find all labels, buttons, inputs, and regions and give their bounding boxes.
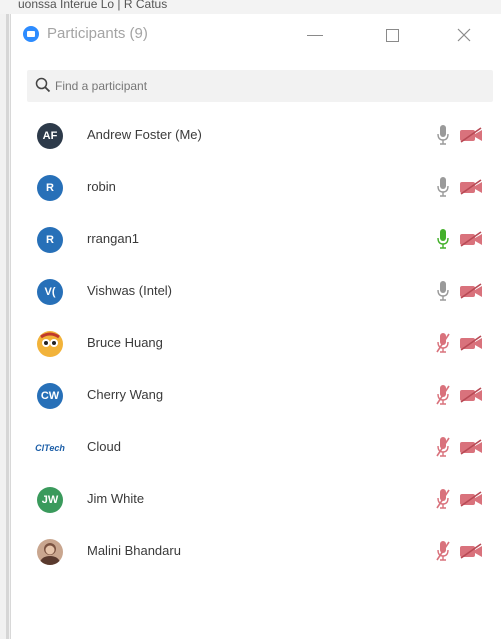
video-off-icon[interactable] xyxy=(459,439,483,455)
background-window-text: uonssa Interue Lo | R Catus xyxy=(18,0,168,11)
close-icon xyxy=(457,28,471,42)
avatar: ClTech xyxy=(35,443,65,453)
search-box[interactable] xyxy=(27,70,493,102)
mic-icon[interactable] xyxy=(436,176,450,198)
search-input[interactable] xyxy=(55,76,475,96)
participant-row[interactable]: Rrrangan1 xyxy=(11,214,501,266)
avatar xyxy=(37,539,63,565)
avatar: JW xyxy=(37,487,63,513)
participant-row[interactable]: Malini Bhandaru xyxy=(11,526,501,578)
participants-window: Participants (9) AF Andrew Foster (Me) Rro… xyxy=(11,14,501,639)
zoom-app-icon xyxy=(23,26,39,42)
participant-row[interactable]: AF Andrew Foster (Me) xyxy=(11,110,501,162)
video-off-icon[interactable] xyxy=(459,387,483,403)
participant-name: Andrew Foster (Me) xyxy=(87,127,202,142)
avatar-emoji-icon xyxy=(40,332,60,347)
video-off-icon[interactable] xyxy=(459,179,483,195)
participant-name: Cherry Wang xyxy=(87,387,164,402)
participant-row[interactable]: JW Jim White xyxy=(11,474,501,526)
mic-muted-icon[interactable] xyxy=(436,384,450,406)
mic-muted-icon[interactable] xyxy=(436,488,450,510)
participant-row[interactable]: Rrobin xyxy=(11,162,501,214)
close-button[interactable] xyxy=(449,22,479,48)
video-off-icon[interactable] xyxy=(459,127,483,143)
participant-name: Jim White xyxy=(87,491,145,506)
video-off-icon[interactable] xyxy=(459,231,483,247)
background-window-edge xyxy=(0,14,11,639)
participant-name: Cloud xyxy=(87,439,121,454)
mic-icon[interactable] xyxy=(436,228,450,250)
mic-icon[interactable] xyxy=(436,280,450,302)
video-off-icon[interactable] xyxy=(459,335,483,351)
participant-name: Malini Bhandaru xyxy=(87,543,181,558)
background-window-strip: uonssa Interue Lo | R Catus xyxy=(0,0,501,15)
participant-row[interactable]: ClTech Cloud xyxy=(11,422,501,474)
video-off-icon[interactable] xyxy=(459,543,483,559)
window-title: Participants (9) xyxy=(47,25,148,42)
avatar xyxy=(37,331,63,357)
mic-muted-icon[interactable] xyxy=(436,436,450,458)
participant-name: rrangan1 xyxy=(87,231,140,246)
video-off-icon[interactable] xyxy=(459,491,483,507)
participant-name: Vishwas (Intel) xyxy=(87,283,173,298)
mic-icon[interactable] xyxy=(436,124,450,146)
participant-row[interactable]: V( Vishwas (Intel) xyxy=(11,266,501,318)
background-scrollbar xyxy=(6,14,9,639)
avatar: AF xyxy=(37,123,63,149)
avatar: CW xyxy=(37,383,63,409)
mic-muted-icon[interactable] xyxy=(436,540,450,562)
participant-name: Bruce Huang xyxy=(87,335,163,350)
participant-list: AF Andrew Foster (Me) Rrobin Rrrangan1 V(Vis… xyxy=(11,110,501,578)
participant-row[interactable]: CW Cherry Wang xyxy=(11,370,501,422)
title-bar[interactable]: Participants (9) xyxy=(11,14,501,58)
maximize-button[interactable] xyxy=(377,22,407,48)
search-icon xyxy=(35,77,51,93)
avatar: R xyxy=(37,227,63,253)
minimize-button[interactable] xyxy=(300,22,330,48)
avatar: R xyxy=(37,175,63,201)
avatar-photo-icon xyxy=(40,543,60,565)
participant-name: robin xyxy=(87,179,116,194)
video-off-icon[interactable] xyxy=(459,283,483,299)
participant-row[interactable]: Bruce Huang xyxy=(11,318,501,370)
avatar: V( xyxy=(37,279,63,305)
mic-muted-icon[interactable] xyxy=(436,332,450,354)
